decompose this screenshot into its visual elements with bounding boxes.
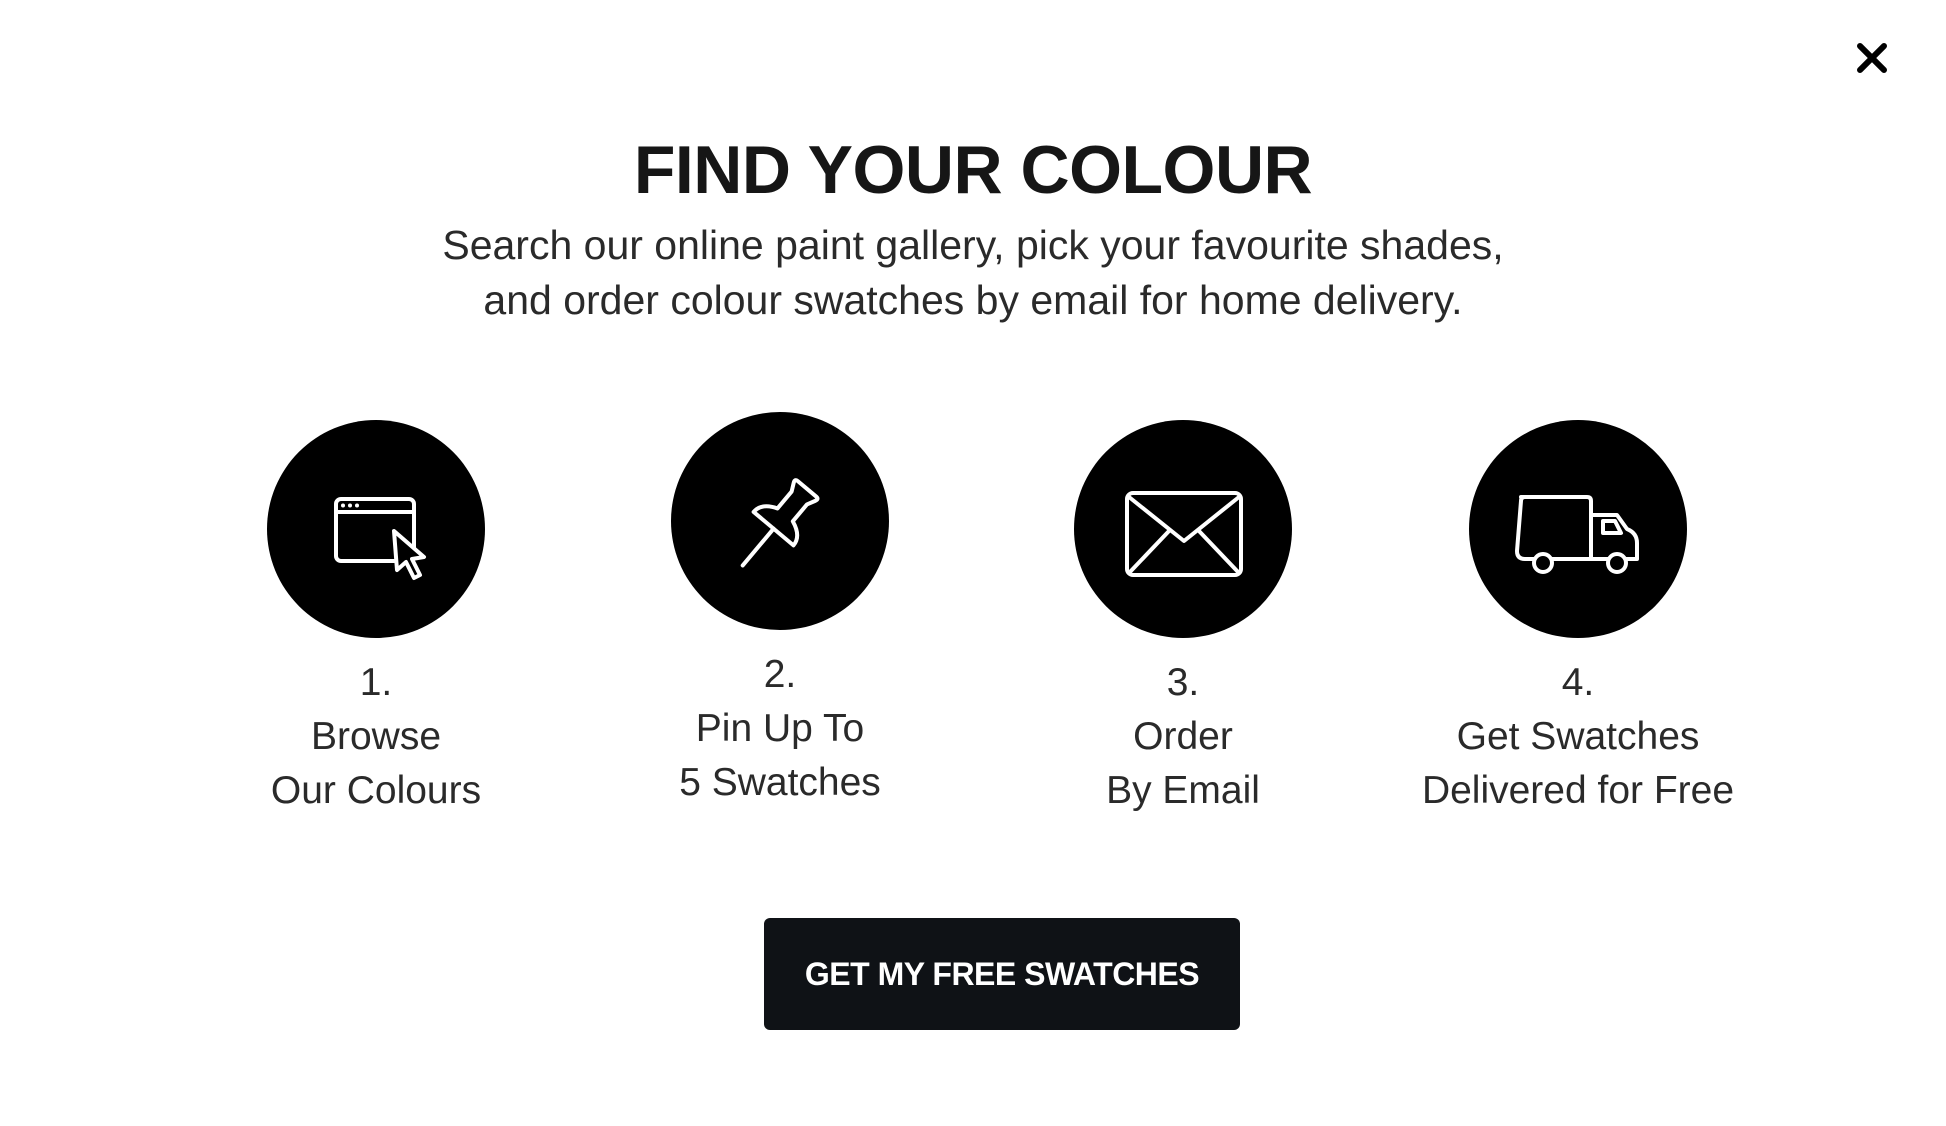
step-order: 3. Order By Email (1003, 420, 1363, 818)
envelope-icon (1125, 491, 1243, 577)
close-icon (1857, 43, 1887, 73)
close-button[interactable] (1850, 36, 1894, 80)
step-label-line2: Delivered for Free (1421, 769, 1735, 812)
step-number: 2. (763, 653, 797, 696)
step-label-line1: Get Swatches (1456, 715, 1700, 758)
step-pin: 2. Pin Up To 5 Swatches (600, 412, 960, 810)
modal-subtitle: Search our online paint gallery, pick yo… (0, 218, 1946, 328)
step-label-line2: By Email (1106, 769, 1260, 812)
find-your-colour-modal: FIND YOUR COLOUR Search our online paint… (0, 0, 1946, 1126)
browser-cursor-icon (334, 497, 426, 580)
step-label-line1: Browse (310, 715, 442, 758)
delivery-truck-icon (1515, 495, 1639, 574)
step-label-line2: Our Colours (270, 769, 482, 812)
subtitle-line: Search our online paint gallery, pick yo… (442, 222, 1504, 268)
step-icon-circle (267, 420, 485, 638)
step-icon-circle (1074, 420, 1292, 638)
step-delivery: 4. Get Swatches Delivered for Free (1398, 420, 1758, 818)
step-label-line1: Pin Up To (695, 707, 865, 750)
step-icon-circle (671, 412, 889, 630)
step-label-line2: 5 Swatches (679, 761, 881, 804)
modal-title: FIND YOUR COLOUR (633, 132, 1313, 208)
step-number: 3. (1166, 661, 1200, 704)
get-free-swatches-button[interactable]: GET MY FREE SWATCHES (764, 918, 1240, 1030)
subtitle-line: and order colour swatches by email for h… (483, 277, 1463, 323)
pushpin-icon (740, 478, 820, 568)
step-browse: 1. Browse Our Colours (196, 420, 556, 818)
step-number: 1. (359, 661, 393, 704)
step-label-line1: Order (1133, 715, 1233, 758)
step-number: 4. (1561, 661, 1595, 704)
step-icon-circle (1469, 420, 1687, 638)
